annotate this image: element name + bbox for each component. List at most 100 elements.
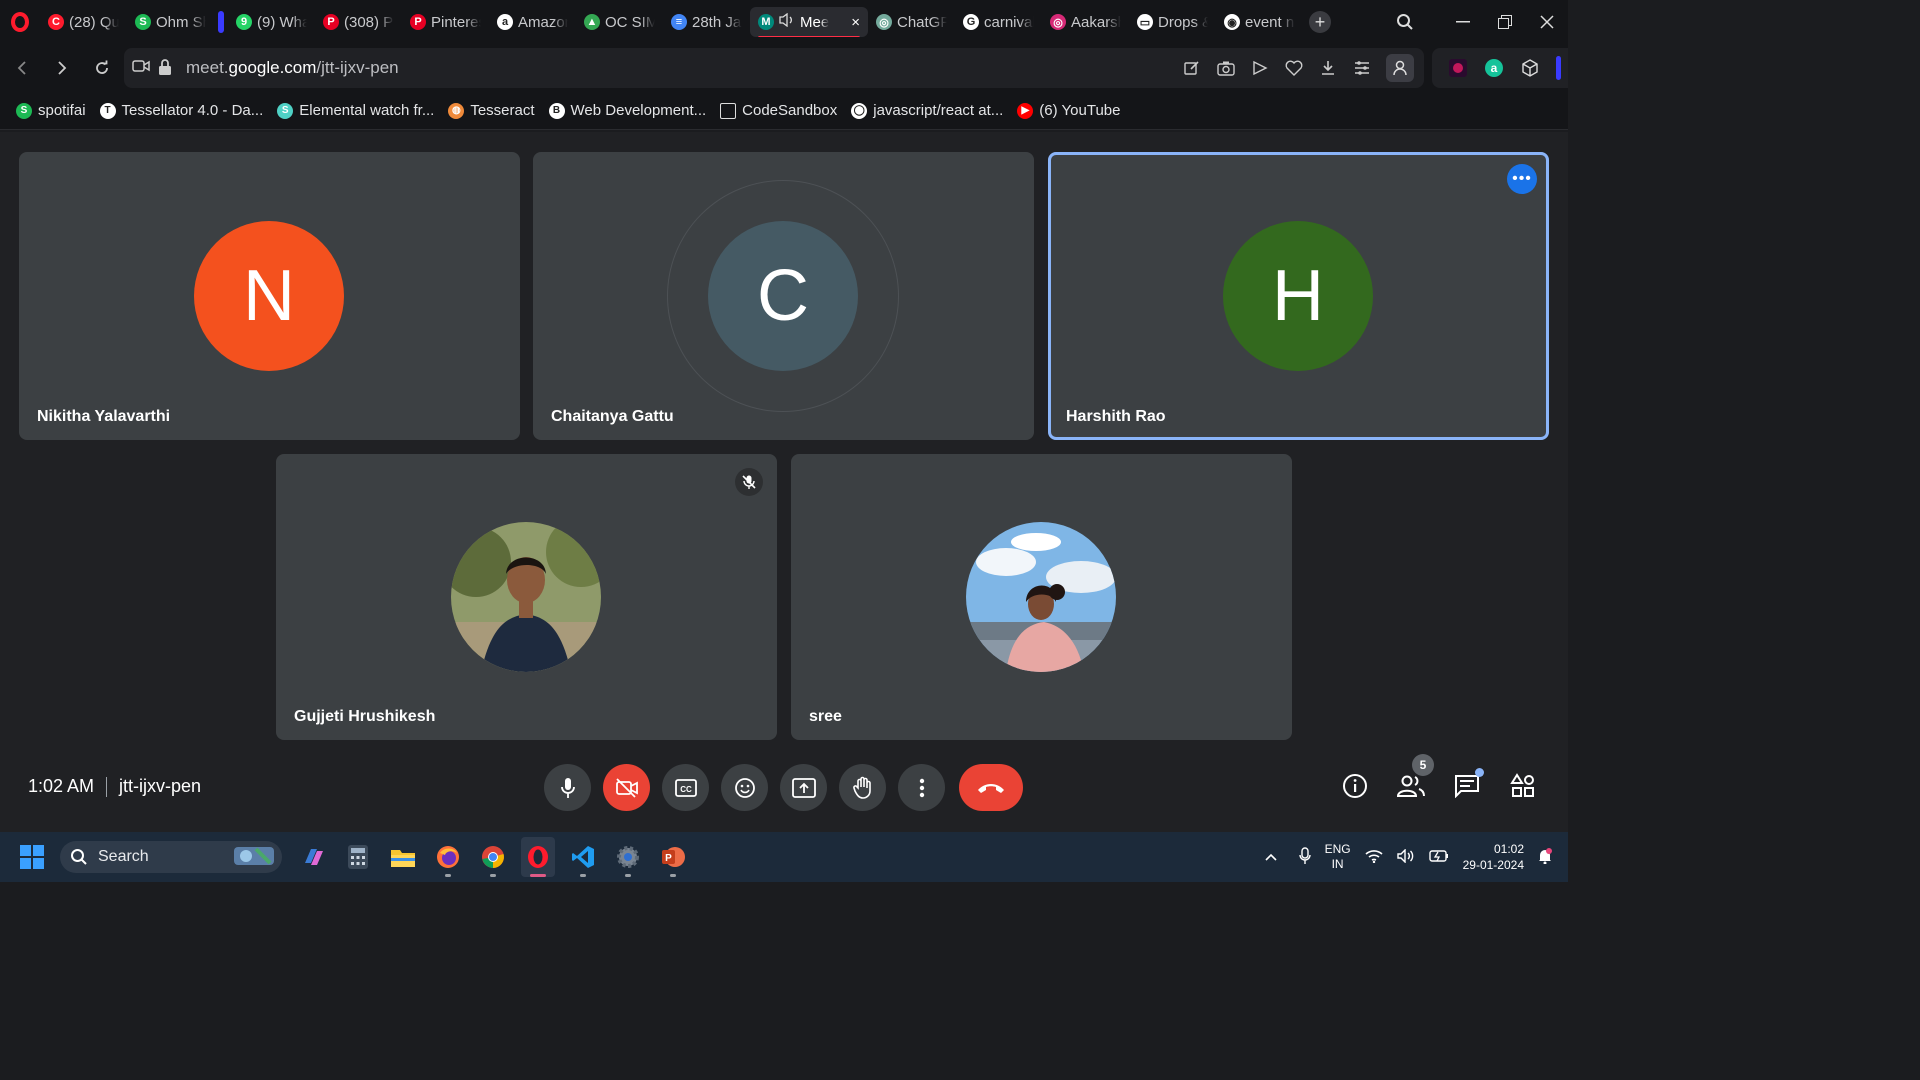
- url-box[interactable]: meet.google.com/jtt-ijxv-pen: [124, 48, 1424, 88]
- heart-icon[interactable]: [1284, 58, 1304, 78]
- easy-setup-icon[interactable]: [1352, 58, 1372, 78]
- tab-title: Pinteres: [431, 13, 481, 31]
- people-button[interactable]: 5: [1396, 754, 1434, 806]
- taskbar-powerpoint-icon[interactable]: P: [656, 837, 690, 877]
- new-tab-button[interactable]: +: [1309, 11, 1331, 33]
- extension-grammar-icon[interactable]: a: [1484, 58, 1504, 78]
- bookmark-item[interactable]: T Tessellator 4.0 - Da...: [99, 102, 263, 119]
- send-icon[interactable]: [1250, 58, 1270, 78]
- taskbar-search[interactable]: Search: [60, 841, 282, 873]
- profile-icon[interactable]: [1386, 54, 1414, 82]
- reactions-button[interactable]: [721, 764, 768, 811]
- bookmark-label: spotifai: [38, 102, 86, 119]
- battery-icon[interactable]: [1428, 849, 1449, 865]
- camera-off-button[interactable]: [603, 764, 650, 811]
- bookmark-item[interactable]: S Elemental watch fr...: [277, 102, 434, 119]
- browser-tab[interactable]: 9 (9) What: [228, 7, 315, 37]
- browser-tab[interactable]: P Pinteres: [402, 7, 489, 37]
- browser-tab[interactable]: ◉ event na: [1216, 7, 1303, 37]
- taskbar-copilot-icon[interactable]: [296, 837, 330, 877]
- bookmark-item[interactable]: ▶ (6) YouTube: [1017, 102, 1120, 119]
- captions-button[interactable]: CC: [662, 764, 709, 811]
- hand-icon: [852, 776, 871, 799]
- participant-tile-gujjeti[interactable]: Gujjeti Hrushikesh: [276, 454, 777, 740]
- edit-icon[interactable]: [1182, 58, 1202, 78]
- microphone-button[interactable]: [544, 764, 591, 811]
- meeting-details-button[interactable]: [1340, 766, 1370, 806]
- svg-text:CC: CC: [680, 785, 692, 794]
- forward-button[interactable]: [42, 48, 82, 88]
- browser-tab[interactable]: ◎ ChatGP: [868, 7, 955, 37]
- tab-title: (9) What: [257, 13, 307, 31]
- bookmark-favicon-icon: ▶: [1017, 102, 1034, 119]
- taskbar-settings-icon[interactable]: [611, 837, 645, 877]
- chat-button[interactable]: [1452, 766, 1484, 806]
- opera-menu-button[interactable]: [0, 0, 40, 44]
- chat-icon: [1455, 775, 1479, 798]
- volume-icon[interactable]: [1396, 847, 1415, 866]
- reload-button[interactable]: [82, 48, 122, 88]
- browser-tab[interactable]: P (308) Pin: [315, 7, 402, 37]
- raise-hand-button[interactable]: [839, 764, 886, 811]
- wifi-icon[interactable]: [1365, 849, 1383, 866]
- back-button[interactable]: [2, 48, 42, 88]
- microphone-in-use-icon[interactable]: [1298, 846, 1311, 868]
- taskbar-calculator-icon[interactable]: [341, 837, 375, 877]
- bookmark-favicon-icon: S: [277, 102, 294, 119]
- activities-button[interactable]: [1508, 766, 1538, 806]
- taskbar-vscode-icon[interactable]: [566, 837, 600, 877]
- minimize-button[interactable]: [1442, 0, 1484, 44]
- participant-tile-sree[interactable]: sree: [791, 454, 1292, 740]
- present-button[interactable]: [780, 764, 827, 811]
- taskbar-file-explorer-icon[interactable]: [386, 837, 420, 877]
- speaker-icon[interactable]: [779, 12, 795, 31]
- restore-button[interactable]: [1484, 0, 1526, 44]
- main-controls: CC: [544, 764, 1023, 811]
- info-icon: [1343, 774, 1367, 798]
- taskbar-chrome-icon[interactable]: [476, 837, 510, 877]
- camera-permission-icon[interactable]: [132, 58, 150, 79]
- browser-tab[interactable]: ▲ OC SIM: [576, 7, 663, 37]
- system-clock[interactable]: 01:02 29-01-2024: [1463, 841, 1524, 873]
- more-options-button[interactable]: •••: [1507, 164, 1537, 194]
- more-options-label: •••: [1512, 170, 1532, 187]
- bookmark-item[interactable]: B Web Development...: [548, 102, 706, 119]
- bookmark-item[interactable]: ◍ Tesseract: [448, 102, 535, 119]
- snapshot-icon[interactable]: [1216, 58, 1236, 78]
- participant-tile-harshith[interactable]: ••• H Harshith Rao: [1048, 152, 1549, 440]
- bookmark-item[interactable]: Sspotifai: [16, 102, 86, 119]
- bookmark-item[interactable]: □ CodeSandbox: [720, 102, 837, 119]
- browser-tab[interactable]: M Mee ×: [750, 7, 868, 37]
- extensions-cube-icon[interactable]: [1520, 58, 1540, 78]
- tab-favicon-icon: a: [497, 14, 513, 30]
- browser-tab[interactable]: ▭ Drops &: [1129, 7, 1216, 37]
- windows-start-icon[interactable]: [20, 845, 44, 869]
- bookmark-item[interactable]: ◯ javascript/react at...: [851, 102, 1003, 119]
- browser-tab[interactable]: C (28) Quo: [40, 7, 127, 37]
- taskbar-opera-icon[interactable]: [521, 837, 555, 877]
- mic-icon: [560, 777, 575, 798]
- sidebar-accent: [1556, 56, 1561, 80]
- bookmark-favicon-icon: B: [548, 102, 565, 119]
- taskbar-firefox-icon[interactable]: [431, 837, 465, 877]
- browser-tab[interactable]: a Amazon: [489, 7, 576, 37]
- browser-tab[interactable]: S Ohm Sh: [127, 7, 214, 37]
- participant-tile-nikitha[interactable]: N Nikitha Yalavarthi: [19, 152, 520, 440]
- show-hidden-icons-chevron-icon[interactable]: [1265, 850, 1277, 864]
- leave-call-button[interactable]: [959, 764, 1023, 811]
- url-text[interactable]: meet.google.com/jtt-ijxv-pen: [186, 58, 399, 78]
- close-tab-icon[interactable]: ×: [851, 14, 860, 31]
- tab-search-icon[interactable]: [1384, 0, 1426, 44]
- close-window-button[interactable]: [1526, 0, 1568, 44]
- download-icon[interactable]: [1318, 58, 1338, 78]
- participant-tile-chaitanya[interactable]: C Chaitanya Gattu: [533, 152, 1034, 440]
- language-indicator[interactable]: ENG IN: [1325, 842, 1351, 872]
- notification-bell-icon[interactable]: [1538, 847, 1552, 867]
- lock-icon[interactable]: [158, 58, 172, 81]
- activities-shapes-icon: [1510, 773, 1534, 797]
- extension-aria-icon[interactable]: [1448, 58, 1468, 78]
- browser-tab[interactable]: Gcarnival: [955, 7, 1042, 37]
- browser-tab[interactable]: ≡ 28th Jan: [663, 7, 750, 37]
- more-options-menu-button[interactable]: [898, 764, 945, 811]
- browser-tab[interactable]: ◎ Aakarsh: [1042, 7, 1129, 37]
